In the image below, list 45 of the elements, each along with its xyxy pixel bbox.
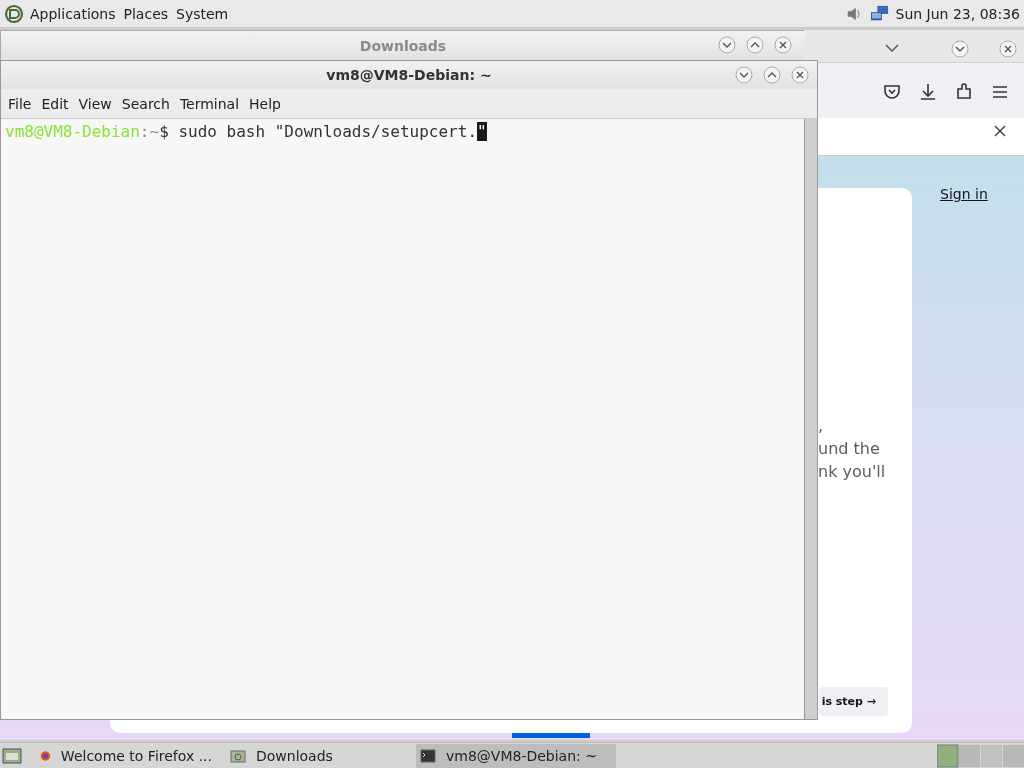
- terminal-icon: [420, 747, 436, 764]
- panel-menu[interactable]: Places: [123, 5, 169, 22]
- body-text: nk you'll: [818, 461, 886, 483]
- workspace-switcher[interactable]: [937, 742, 1024, 768]
- chevron-down-icon[interactable]: [885, 43, 899, 53]
- close-icon[interactable]: [774, 36, 792, 54]
- scrollbar[interactable]: [804, 119, 817, 719]
- command-text: sudo bash "Downloads/setupcert.: [177, 122, 477, 141]
- network-icon[interactable]: [869, 4, 890, 23]
- puzzle-icon[interactable]: [954, 82, 974, 102]
- show-desktop-icon[interactable]: [2, 746, 22, 765]
- maximize-icon[interactable]: [763, 66, 781, 84]
- menu-item[interactable]: Help: [249, 95, 281, 112]
- download-icon[interactable]: [918, 82, 938, 102]
- menu-item[interactable]: Search: [121, 95, 170, 112]
- close-icon[interactable]: [999, 40, 1017, 58]
- folder-icon: [230, 747, 246, 764]
- skip-button[interactable]: is step →: [819, 687, 888, 716]
- taskbar-item[interactable]: Downloads: [226, 743, 406, 768]
- clock[interactable]: Sun Jun 23, 08:36: [895, 5, 1020, 22]
- prompt-user-host: vm8@VM8-Debian: [5, 122, 140, 141]
- logo-icon[interactable]: [4, 3, 24, 24]
- minimize-icon[interactable]: [718, 36, 736, 54]
- window-title: vm8@VM8-Debian: ~: [326, 67, 492, 83]
- prompt-symbol: $: [159, 122, 169, 141]
- maximize-icon[interactable]: [746, 36, 764, 54]
- close-icon[interactable]: [791, 66, 809, 84]
- window-title: Downloads: [359, 37, 447, 54]
- text-cursor: ": [477, 122, 487, 141]
- menu-item[interactable]: Terminal: [179, 95, 240, 112]
- menu-item[interactable]: View: [78, 95, 112, 112]
- sign-in-link[interactable]: Sign in: [940, 186, 988, 202]
- menu-item[interactable]: Edit: [41, 95, 69, 112]
- body-text: und the: [818, 438, 880, 460]
- minimize-icon[interactable]: [735, 66, 753, 84]
- panel-menu[interactable]: System: [176, 5, 229, 22]
- panel-menu[interactable]: Applications: [30, 5, 116, 22]
- prompt-path: :~: [139, 122, 160, 141]
- close-icon[interactable]: [994, 125, 1006, 137]
- minimize-icon[interactable]: [951, 40, 969, 58]
- pocket-icon[interactable]: [882, 82, 902, 102]
- menu-item[interactable]: File: [8, 95, 32, 112]
- body-text: ,: [818, 415, 824, 437]
- taskbar-item[interactable]: Welcome to Firefox ...: [36, 743, 216, 768]
- taskbar-item[interactable]: vm8@VM8-Debian: ~: [416, 743, 616, 768]
